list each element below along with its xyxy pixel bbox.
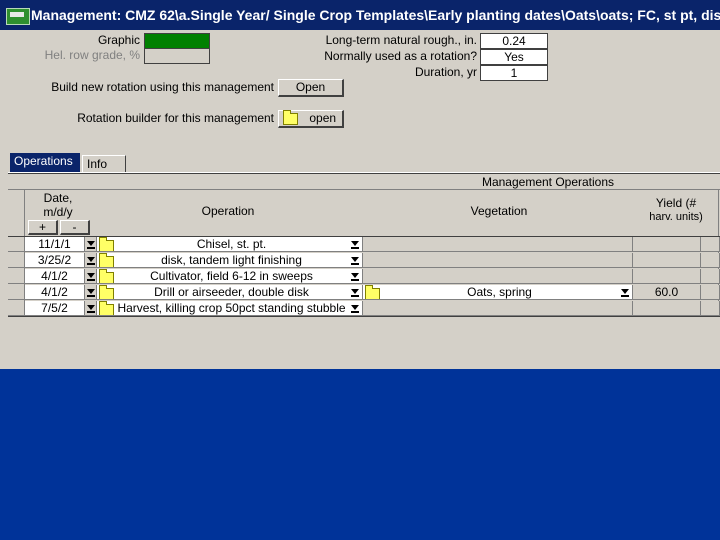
dropdown-arrow-icon [86, 254, 96, 266]
table-row[interactable]: 4/1/2 Drill or airseeder, double disk Oats… [8, 285, 720, 301]
dropdown-arrow-icon [350, 302, 360, 314]
yield-header-line2: harv. units) [649, 211, 703, 223]
row-selector[interactable] [8, 269, 25, 284]
tab-operations[interactable]: Operations [10, 153, 80, 172]
operation-name: Harvest, killing crop 50pct standing stu… [117, 301, 346, 315]
operation-cell[interactable]: Chisel, st. pt. [97, 237, 363, 252]
dropdown-arrow-icon [86, 302, 96, 314]
rotation-builder-open-label: open [309, 111, 337, 125]
yield-cell[interactable] [633, 253, 701, 268]
extra-cell [701, 269, 720, 284]
date-dropdown[interactable] [85, 253, 97, 268]
yield-cell[interactable]: 60.0 [633, 285, 701, 300]
dropdown-arrow-icon [350, 254, 360, 266]
table-row[interactable]: 4/1/2 Cultivator, field 6-12 in sweeps [8, 269, 720, 285]
tab-info[interactable]: Info [82, 155, 126, 172]
dropdown-arrow-icon [86, 286, 96, 298]
row-grade-field [144, 48, 210, 64]
app-icon [6, 8, 30, 25]
grid-top-border [8, 173, 720, 174]
duration-label: Duration, yr [414, 65, 477, 79]
operation-name: Drill or airseeder, double disk [154, 285, 309, 299]
build-rotation-open-button[interactable]: Open [278, 79, 344, 97]
folder-icon [365, 285, 380, 299]
date-header-line1: Date, [43, 191, 73, 205]
duration-input[interactable]: 1 [480, 65, 548, 81]
folder-icon [99, 269, 114, 283]
date-cell[interactable]: 11/1/1 [25, 237, 85, 252]
operation-cell[interactable]: Harvest, killing crop 50pct standing stu… [97, 301, 363, 316]
operations-grid: Management Operations Date, m/d/y + - Op… [8, 173, 720, 369]
management-operations-header: Management Operations [481, 175, 615, 189]
operation-cell[interactable]: Drill or airseeder, double disk [97, 285, 363, 300]
date-dropdown[interactable] [85, 269, 97, 284]
folder-icon [99, 285, 114, 299]
date-cell[interactable]: 3/25/2 [25, 253, 85, 268]
operation-header: Operation [201, 204, 255, 218]
folder-icon [99, 237, 114, 251]
rotation-select[interactable]: Yes [480, 49, 548, 65]
row-selector[interactable] [8, 301, 25, 316]
date-dropdown[interactable] [85, 285, 97, 300]
remove-row-button[interactable]: - [60, 220, 90, 235]
extra-cell [701, 253, 720, 268]
yield-cell[interactable] [633, 269, 701, 284]
date-header-line2: m/d/y [43, 205, 73, 219]
date-cell[interactable]: 7/5/2 [25, 301, 85, 316]
yield-cell[interactable] [633, 237, 701, 252]
date-dropdown[interactable] [85, 237, 97, 252]
roughness-input[interactable]: 0.24 [480, 33, 548, 49]
vegetation-name: Oats, spring [467, 285, 532, 299]
roughness-label: Long-term natural rough., in. [325, 33, 477, 47]
window-title: Management: CMZ 62\a.Single Year/ Single… [31, 7, 720, 23]
date-cell[interactable]: 4/1/2 [25, 269, 85, 284]
dropdown-arrow-icon [86, 270, 96, 282]
operation-cell[interactable]: Cultivator, field 6-12 in sweeps [97, 269, 363, 284]
table-row[interactable]: 7/5/2 Harvest, killing crop 50pct standin… [8, 301, 720, 317]
rotation-label: Normally used as a rotation? [324, 49, 477, 63]
operation-cell[interactable]: disk, tandem light finishing [97, 253, 363, 268]
yield-header-line1: Yield (# [655, 196, 697, 210]
row-selector[interactable] [8, 285, 25, 300]
title-bar: Management: CMZ 62\a.Single Year/ Single… [0, 0, 720, 30]
dropdown-arrow-icon [86, 238, 96, 250]
extra-cell [701, 301, 720, 316]
grid-bottom-border [8, 316, 720, 317]
row-grade-label: Hel. row grade, % [44, 48, 140, 62]
dropdown-arrow-icon [620, 286, 630, 298]
folder-icon [99, 301, 114, 315]
rotation-builder-open-button[interactable]: open [278, 109, 344, 128]
dropdown-arrow-icon [350, 270, 360, 282]
vegetation-cell[interactable] [363, 301, 633, 316]
graphic-color-swatch[interactable] [144, 33, 210, 49]
folder-icon [99, 253, 114, 267]
vegetation-cell[interactable] [363, 253, 633, 268]
dropdown-arrow-icon [350, 238, 360, 250]
date-dropdown[interactable] [85, 301, 97, 316]
table-row[interactable]: 11/1/1 Chisel, st. pt. [8, 237, 720, 253]
extra-cell [701, 285, 720, 300]
row-selector[interactable] [8, 237, 25, 252]
yield-cell[interactable] [633, 301, 701, 316]
dropdown-arrow-icon [350, 286, 360, 298]
graphic-label: Graphic [97, 33, 140, 47]
rotation-builder-label: Rotation builder for this management [77, 111, 274, 125]
row-selector[interactable] [8, 253, 25, 268]
vegetation-cell[interactable] [363, 237, 633, 252]
folder-icon [283, 109, 298, 125]
build-rotation-label: Build new rotation using this management [51, 80, 274, 94]
date-cell[interactable]: 4/1/2 [25, 285, 85, 300]
desktop-background [0, 369, 720, 540]
extra-cell [701, 237, 720, 252]
operation-name: Chisel, st. pt. [196, 237, 267, 251]
operation-name: disk, tandem light finishing [161, 253, 302, 267]
table-row[interactable]: 3/25/2 disk, tandem light finishing [8, 253, 720, 269]
vegetation-header: Vegetation [470, 204, 528, 218]
vegetation-cell[interactable] [363, 269, 633, 284]
vegetation-cell[interactable]: Oats, spring [363, 285, 633, 300]
group-header-line [8, 189, 720, 190]
add-row-button[interactable]: + [28, 220, 58, 235]
operation-name: Cultivator, field 6-12 in sweeps [150, 269, 313, 283]
management-window: Management: CMZ 62\a.Single Year/ Single… [0, 0, 720, 369]
